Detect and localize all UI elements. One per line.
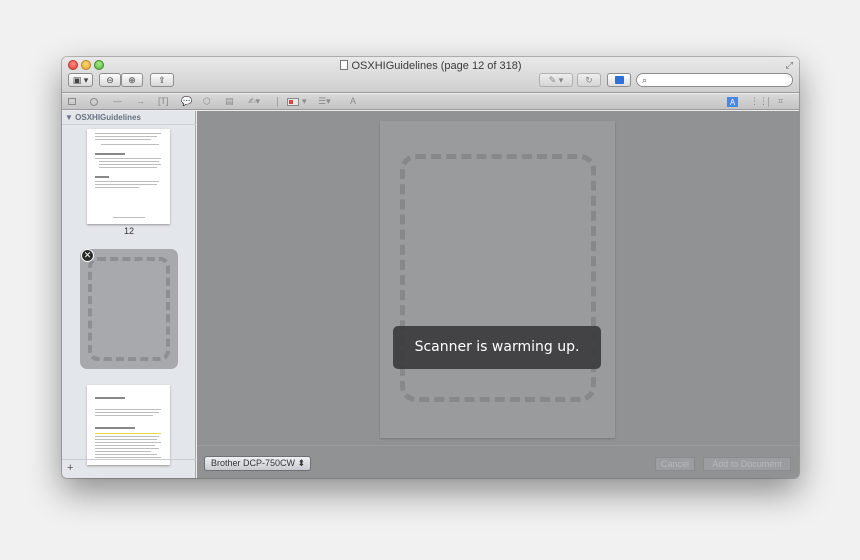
page-thumbnail-12[interactable] [87,129,170,224]
search-icon: ⌕ [642,75,648,85]
thumb-text-line [95,457,161,458]
fullscreen-icon[interactable]: ⤢ [786,60,793,71]
thumb-heading [95,427,135,429]
add-to-document-button[interactable]: Add to Document [703,457,791,471]
thumb-text-line [99,167,157,168]
zoom-in-button[interactable]: ⊕ [121,73,143,87]
sidebar-divider [62,459,196,460]
thumb-text-line [95,133,161,134]
thumb-text-line [95,448,159,449]
thumb-text-line [95,436,159,437]
scan-bottom-bar: Brother DCP-750CW ⬍ Cancel Add to Docume… [197,445,799,478]
sidebar-header[interactable]: ▼ OSXHIGuidelines [62,111,196,125]
thumb-text-line [95,454,157,455]
title-bar: OSXHIGuidelines (page 12 of 318) ⤢ ▣ ▾ ⊖… [62,57,799,93]
sidebar-toggle-icon: ▣ ▾ [72,75,89,85]
thumb-text-line [95,442,161,443]
oval-tool-icon[interactable] [90,98,98,106]
scan-preview-page [380,121,615,438]
thumb-text-line [95,415,153,416]
remove-scan-icon[interactable]: ✕ [81,249,94,262]
thumb-text-line [95,158,161,159]
thumb-text-line [95,412,159,413]
share-icon: ⇪ [158,75,166,85]
edit-toolbar-button[interactable] [607,73,631,87]
thumb-text-line [95,187,139,188]
search-field[interactable]: ⌕ [636,73,793,87]
toolbar-divider [277,97,278,107]
share-button[interactable]: ⇪ [150,73,174,87]
text-box-tool-icon[interactable]: [T] [158,96,169,107]
rect-selection-icon[interactable]: ⋮⋮ [750,96,768,107]
zoom-out-button[interactable]: ⊖ [99,73,121,87]
window-title: OSXHIGuidelines (page 12 of 318) [351,60,522,72]
note-tool-icon[interactable]: ▤ [225,96,234,107]
view-menu-button[interactable]: ▣ ▾ [68,73,93,87]
annotation-toolbar: — → [T] 💬 ⬡ ▤ ✍▾ ▾ ☰▾ A A ⋮⋮ ⌗ [62,94,799,110]
signature-tool-icon[interactable]: ✍▾ [248,96,260,107]
arrow-tool-icon[interactable]: → [136,96,145,107]
rotate-button[interactable]: ↻ [577,73,601,87]
rectangle-tool-icon[interactable] [68,98,76,105]
shape-tool-icon[interactable]: ⬡ [203,96,211,107]
zoom-in-icon: ⊕ [128,75,136,85]
toolbar-divider [768,97,769,107]
thumb-heading [95,153,125,155]
thumb-text-line [95,439,157,440]
thumb-text-line [95,136,157,137]
pen-icon: ✎ ▾ [548,75,564,85]
rotate-icon: ↻ [585,75,593,85]
window-title-area: OSXHIGuidelines (page 12 of 318) [62,60,799,72]
thumb-heading [95,176,109,178]
zoom-out-icon: ⊖ [106,75,114,85]
crop-icon[interactable]: ⌗ [778,96,783,107]
speech-bubble-tool-icon[interactable]: 💬 [181,96,192,107]
color-dropdown-icon[interactable]: ▾ [302,96,307,107]
scanner-select[interactable]: Brother DCP-750CW ⬍ [204,456,311,471]
thumbnail-sidebar: ▼ OSXHIGuidelines 12 ✕ + [62,111,196,478]
thumb-text-line [95,409,161,410]
page-number-label: 12 [123,226,134,236]
text-selection-icon[interactable]: A [727,97,738,107]
font-icon[interactable]: A [350,96,356,107]
thumb-text-line [95,184,157,185]
annotate-button[interactable]: ✎ ▾ [539,73,573,87]
border-color-icon[interactable] [287,98,299,106]
cancel-button[interactable]: Cancel [655,457,695,471]
scanner-status-hud: Scanner is warming up. [393,326,601,369]
line-tool-icon[interactable]: — [113,96,122,107]
preview-window: OSXHIGuidelines (page 12 of 318) ⤢ ▣ ▾ ⊖… [62,57,799,478]
document-area: Scanner is warming up. Brother DCP-750CW… [197,111,799,478]
thumb-heading [95,397,125,399]
page-thumbnail-next[interactable] [87,385,170,465]
thumb-text-line [99,161,159,162]
scan-placeholder-slot[interactable] [80,249,178,369]
thumb-highlight-line [95,433,161,434]
document-icon [339,60,348,70]
add-page-icon[interactable]: + [67,462,73,474]
thumb-text-line [95,451,151,452]
edit-icon [614,76,624,84]
thumb-text-line [95,445,155,446]
thumb-footer-line [113,217,145,218]
thumb-text-line [99,164,161,165]
line-style-icon[interactable]: ☰▾ [318,96,331,107]
thumb-text-line [101,144,159,145]
thumb-text-line [95,181,159,182]
dashed-placeholder-outline [88,257,170,361]
thumb-text-line [95,139,151,140]
